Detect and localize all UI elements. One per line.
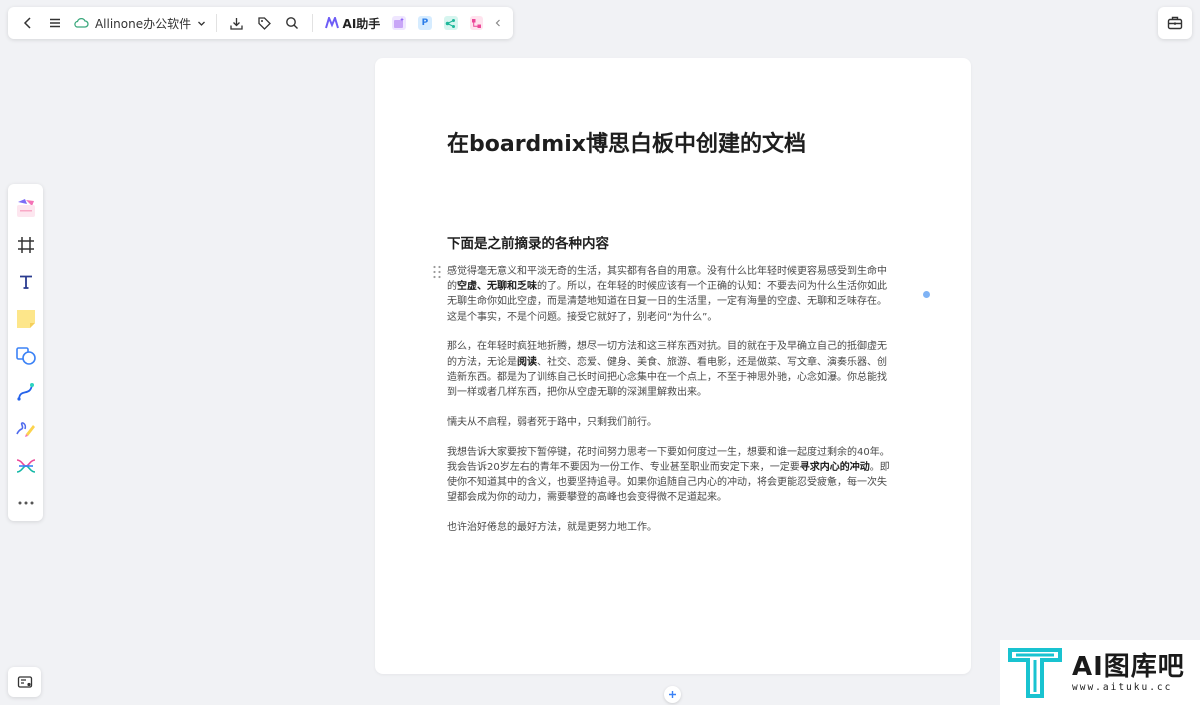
toolbox-button[interactable] [1158, 7, 1192, 39]
tag-icon [258, 16, 271, 30]
mindmap-icon [445, 18, 456, 28]
download-icon [230, 17, 243, 30]
cloud-icon [74, 17, 89, 28]
hamburger-icon [50, 18, 61, 28]
paragraph[interactable]: 感觉得毫无意义和平淡无奇的生活，其实都有各自的用意。没有什么比年轻时候更容易感受… [447, 264, 895, 325]
pen-icon [15, 422, 35, 438]
tag-button[interactable] [251, 9, 278, 37]
collapse-toolbar-button[interactable] [489, 9, 507, 37]
watermark-title: AI图库吧 [1072, 652, 1185, 682]
paragraph[interactable]: 那么，在年轻时疯狂地折腾，想尽一切方法和这三样东西对抗。目的就在于及早确立自己的… [447, 339, 895, 400]
mindmap-insert-tool[interactable] [11, 447, 41, 484]
toolbar-divider [216, 14, 218, 32]
image-sparkle-icon [394, 17, 405, 28]
connection-anchor-dot[interactable] [923, 291, 930, 298]
chevron-down-icon [198, 21, 206, 26]
text-icon [19, 275, 32, 289]
outline-panel-icon [17, 676, 32, 688]
bold-text: 阅读 [517, 356, 537, 368]
flowchart-tool[interactable] [469, 16, 484, 30]
template-library-icon [16, 199, 35, 218]
menu-button[interactable] [41, 9, 68, 37]
plus-icon [669, 691, 676, 698]
ai-image-tool[interactable] [392, 16, 407, 30]
mindmap-branch-icon [16, 459, 35, 473]
templates-tool[interactable] [11, 190, 41, 227]
watermark: AI图库吧 www.aituku.cc [1000, 640, 1200, 705]
presentation-tool[interactable]: P [418, 16, 432, 30]
shape-tool[interactable] [11, 337, 41, 374]
left-toolbar [8, 184, 43, 521]
ai-assistant-label: AI助手 [342, 16, 381, 31]
document-page[interactable]: 在boardmix博思白板中创建的文档 下面是之前摘录的各种内容 感觉得毫无意义… [375, 58, 971, 674]
drag-handle-icon[interactable] [432, 265, 442, 279]
paragraph[interactable]: 也许治好倦怠的最好方法，就是更努力地工作。 [447, 520, 895, 535]
watermark-url: www.aituku.cc [1072, 682, 1173, 693]
more-horizontal-icon [18, 501, 33, 505]
chevron-left-icon [495, 19, 501, 27]
file-name-dropdown[interactable]: Allinone办公软件 [69, 15, 210, 32]
toolbar-divider [311, 14, 313, 32]
paragraph[interactable]: 我想告诉大家要按下暂停键，花时间努力思考一下要如何度过一生，想要和谁一起度过剩余… [447, 445, 895, 506]
document-title[interactable]: 在boardmix博思白板中创建的文档 [447, 126, 806, 158]
sticky-note-icon [16, 309, 35, 328]
top-toolbar: Allinone办公软件 AI助手 P [8, 7, 513, 39]
paragraph[interactable]: 懦夫从不启程，弱者死于路中，只剩我们前行。 [447, 415, 895, 430]
aituku-logo-icon [1008, 647, 1062, 698]
shapes-icon [15, 346, 36, 365]
search-button[interactable] [278, 9, 305, 37]
frame-icon [17, 237, 34, 254]
search-icon [285, 17, 298, 29]
frame-tool[interactable] [11, 227, 41, 264]
section-heading[interactable]: 下面是之前摘录的各种内容 [447, 232, 609, 252]
download-button[interactable] [223, 9, 250, 37]
sticky-note-tool[interactable] [11, 300, 41, 337]
watermark-text: AI图库吧 www.aituku.cc [1072, 652, 1185, 693]
outline-button[interactable] [8, 667, 41, 697]
more-tools-button[interactable] [11, 484, 41, 521]
ai-logo-icon [324, 17, 339, 29]
flowchart-icon [471, 18, 481, 28]
curve-connector-icon [16, 383, 34, 401]
chevron-left-icon [23, 17, 31, 29]
bold-text: 寻求内心的冲动 [799, 461, 870, 473]
ai-assistant-button[interactable]: AI助手 [319, 15, 387, 32]
document-body[interactable]: 感觉得毫无意义和平淡无奇的生活，其实都有各自的用意。没有什么比年轻时候更容易感受… [447, 264, 895, 550]
toolbox-icon [1167, 16, 1183, 30]
presentation-tool-label: P [421, 18, 429, 28]
file-name-label: Allinone办公软件 [94, 16, 192, 31]
mindmap-tool[interactable] [443, 16, 458, 30]
back-button[interactable] [14, 9, 41, 37]
text-tool[interactable] [11, 264, 41, 301]
pen-tool[interactable] [11, 411, 41, 448]
connector-tool[interactable] [11, 374, 41, 411]
add-page-button[interactable] [664, 686, 681, 703]
bold-text: 空虚、无聊和乏味 [457, 281, 537, 293]
